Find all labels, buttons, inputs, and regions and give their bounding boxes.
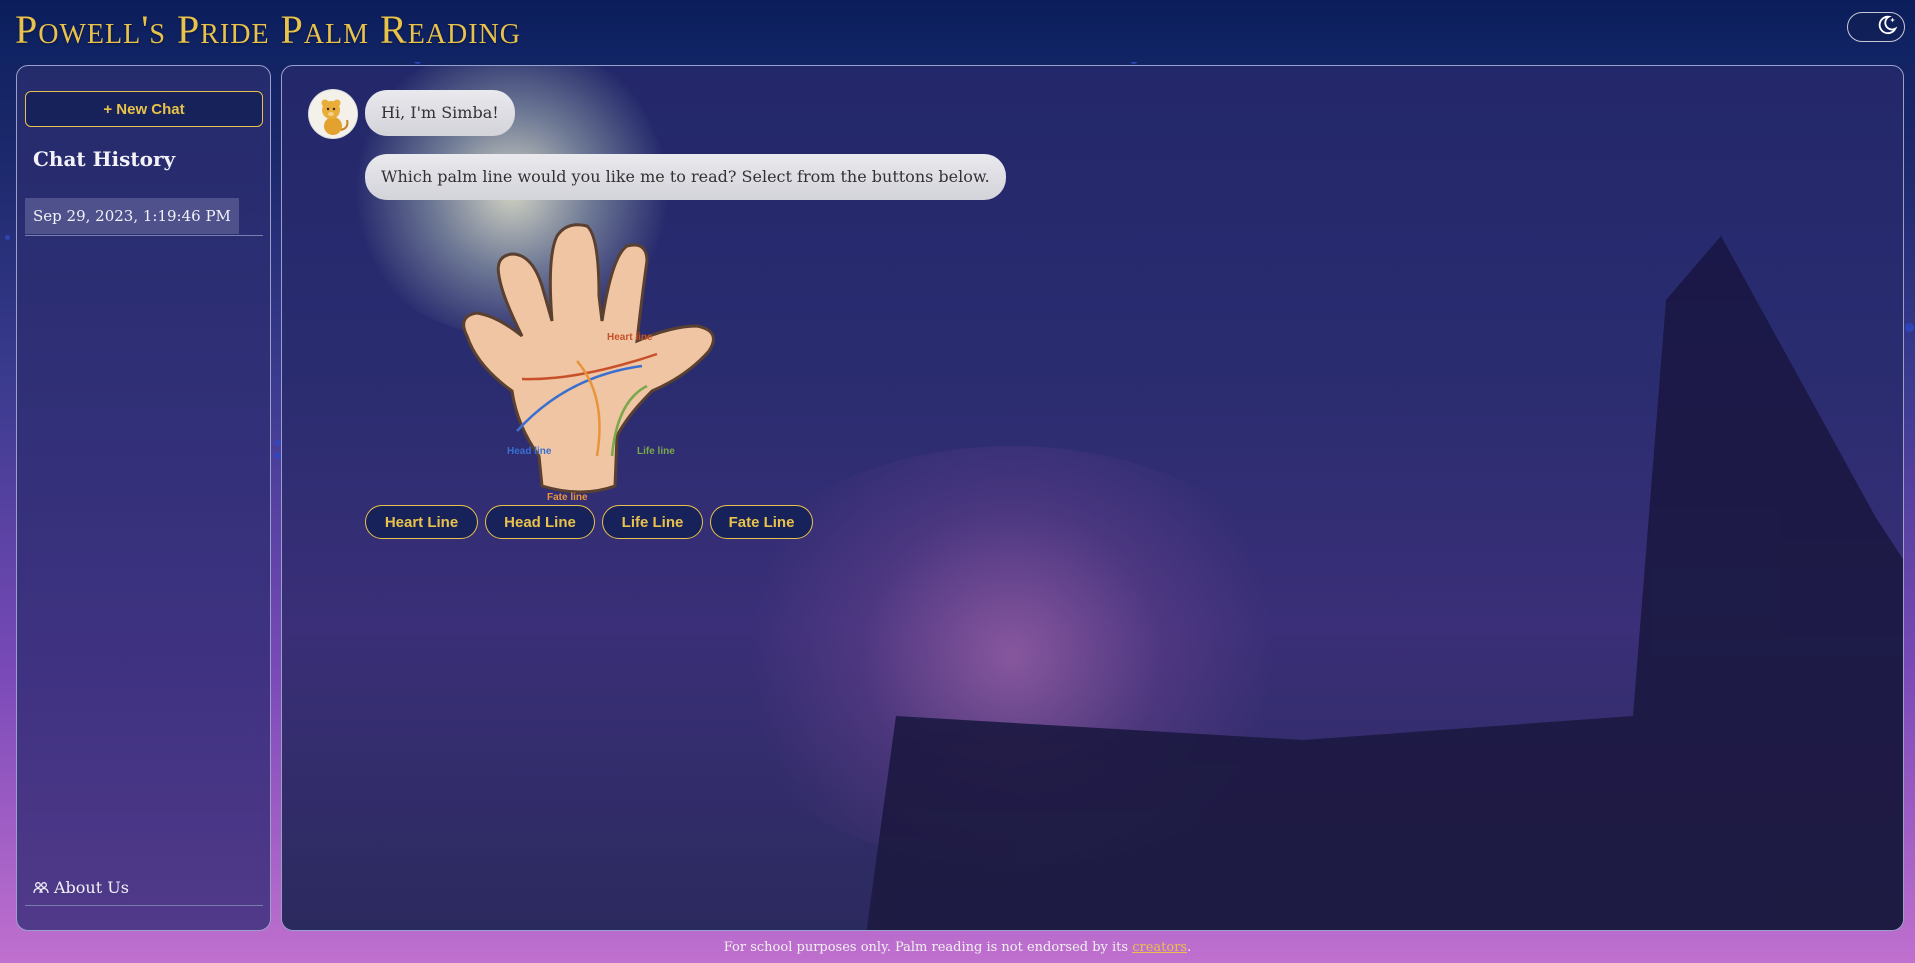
about-us-link[interactable]: About Us	[25, 870, 263, 906]
history-item[interactable]: Sep 29, 2023, 1:19:46 PM	[25, 198, 263, 236]
life-line-label: Life line	[637, 446, 675, 457]
new-chat-button[interactable]: + New Chat	[25, 91, 263, 127]
creators-link[interactable]: creators	[1132, 940, 1187, 955]
theme-toggle[interactable]	[1847, 12, 1905, 42]
footer-suffix: .	[1187, 940, 1192, 955]
fate-line-button[interactable]: Fate Line	[710, 505, 813, 539]
palm-lines-diagram: Heart line Head line Life line Fate line	[447, 216, 777, 505]
footer: For school purposes only. Palm reading i…	[0, 936, 1915, 960]
heart-line-label: Heart line	[607, 332, 653, 343]
head-line-label: Head line	[507, 446, 552, 457]
chat-panel: Hi, I'm Simba! Which palm line would you…	[281, 65, 1904, 931]
footer-text: For school purposes only. Palm reading i…	[723, 940, 1133, 955]
chat-history-title: Chat History	[33, 147, 176, 171]
heart-line-button[interactable]: Heart Line	[365, 505, 478, 539]
app-title: Powell's Pride Palm Reading	[15, 7, 522, 52]
history-item-label: Sep 29, 2023, 1:19:46 PM	[25, 198, 239, 234]
sidebar: + New Chat Chat History Sep 29, 2023, 1:…	[16, 65, 271, 931]
chat-message: Hi, I'm Simba!	[365, 90, 515, 136]
app-header: Powell's Pride Palm Reading	[0, 0, 1915, 62]
life-line-button[interactable]: Life Line	[602, 505, 703, 539]
moon-star-icon	[1876, 14, 1898, 40]
about-us-label: About Us	[54, 878, 129, 897]
simba-avatar	[309, 90, 357, 138]
chat-message: Which palm line would you like me to rea…	[365, 154, 1006, 200]
head-line-button[interactable]: Head Line	[485, 505, 595, 539]
people-icon	[33, 881, 49, 895]
fate-line-label: Fate line	[547, 492, 588, 501]
